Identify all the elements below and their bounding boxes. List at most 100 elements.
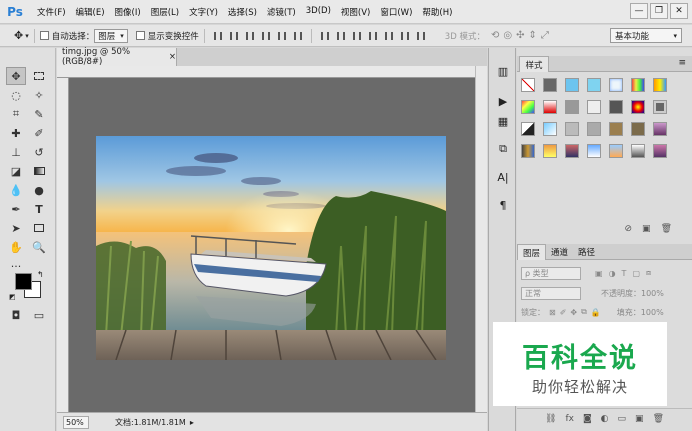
auto-align-icon[interactable] bbox=[415, 30, 427, 42]
align-bottom-icon[interactable] bbox=[244, 30, 256, 42]
type-icon[interactable]: T bbox=[29, 200, 49, 218]
filter-pixel-icon[interactable]: ▣ bbox=[595, 269, 603, 278]
new-layer-icon[interactable]: ▣ bbox=[635, 414, 644, 424]
new-group-icon[interactable]: ▭ bbox=[618, 414, 627, 424]
lock-artboard-icon[interactable]: ⧉ bbox=[581, 307, 587, 317]
eyedropper-icon[interactable]: ✎ bbox=[29, 105, 49, 123]
swatches-icon[interactable]: ▦ bbox=[493, 112, 513, 130]
align-left-icon[interactable] bbox=[260, 30, 272, 42]
align-right-icon[interactable] bbox=[292, 30, 304, 42]
align-top-icon[interactable] bbox=[212, 30, 224, 42]
scale-3d-icon[interactable]: ⤢ bbox=[541, 30, 549, 41]
minimize-button[interactable]: — bbox=[630, 3, 648, 19]
style-swatch[interactable] bbox=[521, 78, 535, 92]
distribute-hcenter-icon[interactable] bbox=[383, 30, 395, 42]
style-swatch[interactable] bbox=[653, 122, 667, 136]
close-button[interactable]: ✕ bbox=[670, 3, 688, 19]
zoom-icon[interactable]: 🔍 bbox=[29, 238, 49, 256]
lock-transparent-icon[interactable]: ⊠ bbox=[549, 308, 556, 317]
filter-type-icon[interactable]: T bbox=[622, 269, 627, 278]
screen-mode-icon[interactable]: ▭ bbox=[29, 306, 49, 324]
style-swatch[interactable] bbox=[543, 144, 557, 158]
style-swatch[interactable] bbox=[609, 122, 623, 136]
pen-icon[interactable]: ✒ bbox=[6, 200, 26, 218]
style-swatch[interactable] bbox=[653, 100, 667, 114]
rotate-3d-icon[interactable]: ⟲ bbox=[491, 30, 499, 41]
clone-source-icon[interactable]: ⧉ bbox=[493, 140, 513, 158]
close-tab-icon[interactable]: × bbox=[169, 52, 176, 62]
style-swatch[interactable] bbox=[587, 78, 601, 92]
style-swatch[interactable] bbox=[609, 100, 623, 114]
roll-3d-icon[interactable]: ◎ bbox=[503, 30, 512, 41]
menu-item[interactable]: 3D(D) bbox=[301, 6, 336, 18]
distribute-bottom-icon[interactable] bbox=[351, 30, 363, 42]
actions-play-icon[interactable]: ▶ bbox=[493, 92, 513, 110]
menu-item[interactable]: 选择(S) bbox=[223, 6, 262, 18]
style-swatch[interactable] bbox=[565, 122, 579, 136]
clear-style-icon[interactable]: ⊘ bbox=[625, 224, 633, 238]
magic-wand-icon[interactable]: ✧ bbox=[29, 86, 49, 104]
show-transform-checkbox[interactable] bbox=[135, 31, 145, 40]
link-layers-icon[interactable]: ⛓ bbox=[545, 414, 556, 424]
style-swatch[interactable] bbox=[565, 100, 579, 114]
document-image[interactable] bbox=[96, 136, 446, 360]
style-swatch[interactable] bbox=[609, 144, 623, 158]
style-swatch[interactable] bbox=[631, 122, 645, 136]
align-hcenter-icon[interactable] bbox=[276, 30, 288, 42]
slide-3d-icon[interactable]: ⇕ bbox=[528, 30, 536, 41]
character-icon[interactable]: A| bbox=[493, 168, 513, 186]
menu-item[interactable]: 视图(V) bbox=[336, 6, 375, 18]
brush-icon[interactable]: ✐ bbox=[29, 124, 49, 142]
distribute-left-icon[interactable] bbox=[367, 30, 379, 42]
filter-shape-icon[interactable]: ▢ bbox=[632, 269, 640, 278]
style-swatch[interactable] bbox=[543, 122, 557, 136]
healing-brush-icon[interactable]: ✚ bbox=[6, 124, 26, 142]
panel-menu-icon[interactable]: ≡ bbox=[678, 58, 686, 68]
tab-channels[interactable]: 通道 bbox=[546, 244, 573, 260]
filter-smart-icon[interactable]: ⧈ bbox=[646, 268, 651, 278]
menu-item[interactable]: 文字(Y) bbox=[184, 6, 223, 18]
menu-item[interactable]: 图像(I) bbox=[110, 6, 146, 18]
adjustment-layer-icon[interactable]: ◐ bbox=[601, 414, 609, 424]
add-mask-icon[interactable]: ◙ bbox=[583, 414, 592, 424]
delete-icon[interactable]: 🗑 bbox=[661, 224, 672, 238]
fill-value[interactable]: 100% bbox=[641, 308, 664, 317]
style-swatch[interactable] bbox=[587, 144, 601, 158]
lasso-icon[interactable]: ◌ bbox=[6, 86, 26, 104]
delete-layer-icon[interactable]: 🗑 bbox=[653, 414, 664, 424]
history-brush-icon[interactable]: ↺ bbox=[29, 143, 49, 161]
blur-icon[interactable]: 💧 bbox=[6, 181, 26, 199]
style-swatch[interactable] bbox=[587, 122, 601, 136]
menu-item[interactable]: 图层(L) bbox=[146, 6, 184, 18]
zoom-level-field[interactable]: 50% bbox=[63, 415, 89, 429]
move-icon[interactable]: ✥ bbox=[6, 67, 26, 85]
move-tool-preset-icon[interactable]: ✥ bbox=[14, 29, 23, 42]
auto-select-dropdown[interactable]: 图层 ▾ bbox=[94, 28, 128, 43]
fx-icon[interactable]: fx bbox=[565, 414, 574, 424]
tab-layers[interactable]: 图层 bbox=[517, 244, 547, 260]
dodge-icon[interactable]: ● bbox=[29, 181, 49, 199]
style-swatch[interactable] bbox=[521, 144, 535, 158]
new-style-icon[interactable]: ▣ bbox=[642, 224, 651, 238]
tab-paths[interactable]: 路径 bbox=[573, 244, 600, 260]
style-swatch[interactable] bbox=[543, 78, 557, 92]
style-swatch[interactable] bbox=[631, 100, 645, 114]
menu-item[interactable]: 滤镜(T) bbox=[262, 6, 301, 18]
vertical-scrollbar[interactable] bbox=[475, 66, 487, 412]
style-swatch[interactable] bbox=[521, 100, 535, 114]
style-swatch[interactable] bbox=[521, 122, 535, 136]
status-menu-icon[interactable]: ▸ bbox=[190, 418, 194, 427]
align-vcenter-icon[interactable] bbox=[228, 30, 240, 42]
lock-position-icon[interactable]: ✥ bbox=[570, 308, 577, 317]
marquee-icon[interactable] bbox=[29, 67, 49, 85]
style-swatch[interactable] bbox=[653, 78, 667, 92]
filter-adjust-icon[interactable]: ◑ bbox=[609, 269, 616, 278]
restore-button[interactable]: ❐ bbox=[650, 3, 668, 19]
distribute-right-icon[interactable] bbox=[399, 30, 411, 42]
layer-kind-filter[interactable]: ρ 类型 bbox=[521, 266, 581, 280]
crop-icon[interactable]: ⌗ bbox=[6, 105, 26, 123]
menu-item[interactable]: 窗口(W) bbox=[375, 6, 417, 18]
style-swatch[interactable] bbox=[631, 78, 645, 92]
lock-all-icon[interactable]: 🔒 bbox=[591, 308, 601, 317]
menu-item[interactable]: 文件(F) bbox=[32, 6, 71, 18]
